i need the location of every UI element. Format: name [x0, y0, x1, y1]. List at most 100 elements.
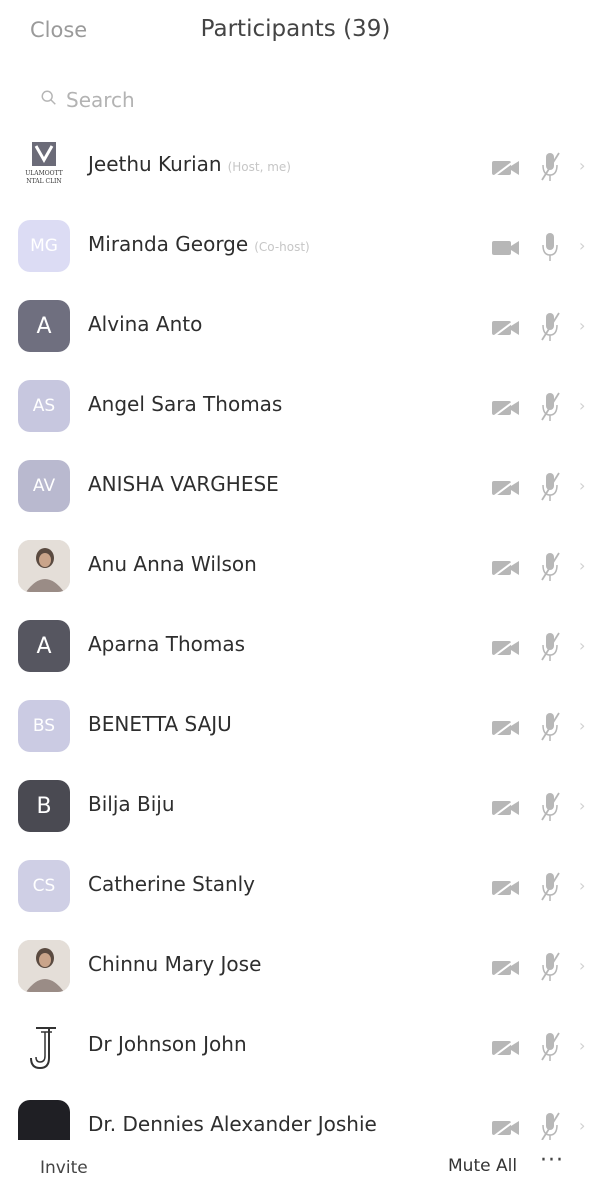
- mic-muted-icon[interactable]: [538, 1030, 562, 1064]
- participant-name-text: ANISHA VARGHESE: [88, 472, 279, 496]
- profile-photo-icon: [18, 940, 70, 992]
- mic-muted-icon[interactable]: [538, 310, 562, 344]
- mic-muted-icon[interactable]: [538, 550, 562, 584]
- participant-row[interactable]: Dr Johnson John ›: [0, 1008, 591, 1088]
- chevron-right-icon[interactable]: ›: [579, 396, 585, 415]
- participant-row[interactable]: B Bilja Biju ›: [0, 768, 591, 848]
- mute-all-button[interactable]: Mute All: [448, 1156, 517, 1176]
- participant-list: ULAMOOTT NTAL CLIN Jeethu Kurian (Host, me…: [0, 128, 591, 1140]
- mic-on-icon[interactable]: [538, 230, 562, 264]
- participant-name-text: Alvina Anto: [88, 312, 203, 336]
- mic-muted-icon[interactable]: [538, 870, 562, 904]
- avatar: CS: [18, 860, 70, 912]
- video-off-icon[interactable]: [490, 958, 522, 978]
- chevron-right-icon[interactable]: ›: [579, 236, 585, 255]
- chevron-right-icon[interactable]: ›: [579, 1116, 585, 1135]
- avatar-initials: AS: [32, 396, 56, 416]
- mic-muted-icon[interactable]: [538, 950, 562, 984]
- chevron-right-icon[interactable]: ›: [579, 156, 585, 175]
- avatar: BS: [18, 700, 70, 752]
- participant-name-text: Bilja Biju: [88, 792, 175, 816]
- profile-photo-icon: [18, 540, 70, 592]
- avatar: A: [18, 300, 70, 352]
- participant-row[interactable]: AV ANISHA VARGHESE ›: [0, 448, 591, 528]
- mic-muted-icon[interactable]: [538, 470, 562, 504]
- search-placeholder: Search: [66, 88, 135, 112]
- participant-name: BENETTA SAJU: [88, 712, 232, 736]
- participant-row[interactable]: A Alvina Anto ›: [0, 288, 591, 368]
- chevron-right-icon[interactable]: ›: [579, 716, 585, 735]
- video-off-icon[interactable]: [490, 878, 522, 898]
- avatar-initials: A: [36, 633, 52, 659]
- page-title: Participants (39): [200, 16, 391, 42]
- chevron-right-icon[interactable]: ›: [579, 1036, 585, 1055]
- chevron-right-icon[interactable]: ›: [579, 876, 585, 895]
- participant-name-text: Chinnu Mary Jose: [88, 952, 262, 976]
- avatar: [18, 940, 70, 992]
- mic-muted-icon[interactable]: [538, 790, 562, 824]
- participant-name: Anu Anna Wilson: [88, 552, 257, 576]
- avatar-initials: BS: [32, 716, 56, 736]
- participant-name: Miranda George (Co-host): [88, 232, 310, 256]
- video-off-icon[interactable]: [490, 638, 522, 658]
- participant-row[interactable]: AS Angel Sara Thomas ›: [0, 368, 591, 448]
- video-off-icon[interactable]: [490, 1118, 522, 1138]
- participant-name-text: Angel Sara Thomas: [88, 392, 283, 416]
- avatar: A: [18, 620, 70, 672]
- logo-text: ULAMOOTT NTAL CLIN: [25, 170, 63, 185]
- video-off-icon[interactable]: [490, 478, 522, 498]
- avatar: [18, 1020, 70, 1072]
- video-off-icon[interactable]: [490, 798, 522, 818]
- participant-name-text: BENETTA SAJU: [88, 712, 232, 736]
- participant-row[interactable]: Dr. Dennies Alexander Joshie ›: [0, 1088, 591, 1140]
- avatar: ULAMOOTT NTAL CLIN: [18, 140, 70, 192]
- video-off-icon[interactable]: [490, 718, 522, 738]
- participant-name: Alvina Anto: [88, 312, 202, 336]
- video-off-icon[interactable]: [490, 158, 522, 178]
- participant-row[interactable]: Chinnu Mary Jose ›: [0, 928, 591, 1008]
- header: Close Participants (39): [0, 0, 591, 64]
- avatar: [18, 1100, 70, 1140]
- participant-name: Chinnu Mary Jose: [88, 952, 261, 976]
- more-options-button[interactable]: ···: [540, 1148, 564, 1173]
- participant-name-text: Dr Johnson John: [88, 1032, 247, 1056]
- chevron-right-icon[interactable]: ›: [579, 796, 585, 815]
- invite-button[interactable]: Invite: [40, 1158, 88, 1178]
- chevron-right-icon[interactable]: ›: [579, 556, 585, 575]
- avatar: [18, 540, 70, 592]
- participant-name: Dr Johnson John: [88, 1032, 247, 1056]
- video-off-icon[interactable]: [490, 558, 522, 578]
- avatar: MG: [18, 220, 70, 272]
- video-off-icon[interactable]: [490, 318, 522, 338]
- video-off-icon[interactable]: [490, 1038, 522, 1058]
- chevron-right-icon[interactable]: ›: [579, 956, 585, 975]
- mic-muted-icon[interactable]: [538, 390, 562, 424]
- participant-row[interactable]: Anu Anna Wilson ›: [0, 528, 591, 608]
- chevron-right-icon[interactable]: ›: [579, 316, 585, 335]
- video-off-icon[interactable]: [490, 398, 522, 418]
- chevron-right-icon[interactable]: ›: [579, 476, 585, 495]
- mic-muted-icon[interactable]: [538, 1110, 562, 1140]
- participant-name-text: Aparna Thomas: [88, 632, 246, 656]
- participant-row[interactable]: A Aparna Thomas ›: [0, 608, 591, 688]
- participant-row[interactable]: ULAMOOTT NTAL CLIN Jeethu Kurian (Host, me…: [0, 128, 591, 208]
- participant-name: ANISHA VARGHESE: [88, 472, 279, 496]
- participant-row[interactable]: CS Catherine Stanly ›: [0, 848, 591, 928]
- participant-row[interactable]: MG Miranda George (Co-host) ›: [0, 208, 591, 288]
- participant-name: Jeethu Kurian (Host, me): [88, 152, 291, 176]
- participant-name-text: Anu Anna Wilson: [88, 552, 257, 576]
- participant-name-text: Miranda George: [88, 232, 249, 256]
- footer: Invite Mute All ···: [0, 1144, 591, 1197]
- mic-muted-icon[interactable]: [538, 150, 562, 184]
- avatar: AS: [18, 380, 70, 432]
- participant-row[interactable]: BS BENETTA SAJU ›: [0, 688, 591, 768]
- chevron-right-icon[interactable]: ›: [579, 636, 585, 655]
- search-icon: [40, 88, 58, 112]
- mic-muted-icon[interactable]: [538, 710, 562, 744]
- mic-muted-icon[interactable]: [538, 630, 562, 664]
- participant-name: Aparna Thomas: [88, 632, 245, 656]
- video-on-icon[interactable]: [490, 238, 522, 258]
- search-input[interactable]: Search: [40, 86, 135, 114]
- avatar-initials: MG: [30, 236, 58, 256]
- avatar-initials: B: [36, 793, 52, 819]
